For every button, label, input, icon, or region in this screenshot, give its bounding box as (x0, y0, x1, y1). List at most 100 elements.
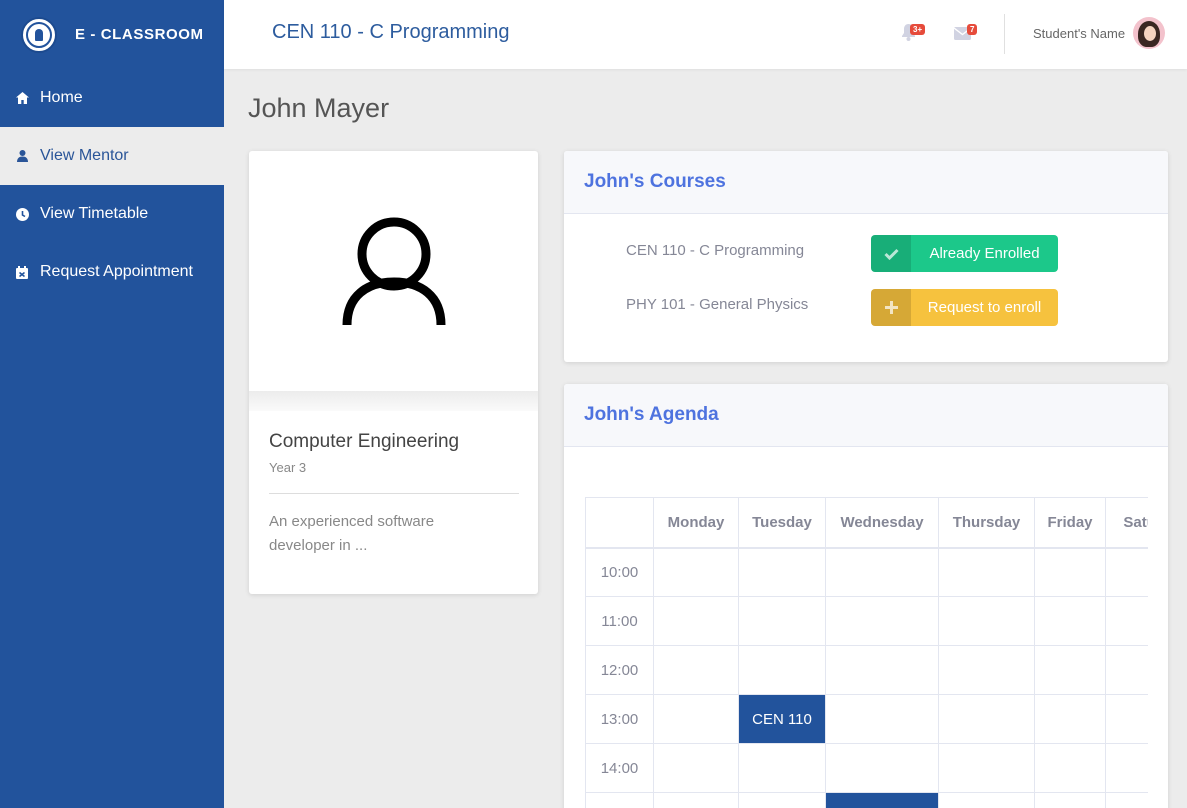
day-header: Monday (653, 497, 739, 549)
calendar-icon (15, 265, 29, 279)
day-header: Thursday (938, 497, 1035, 549)
mentor-bio: An experienced software developer in ... (269, 513, 435, 554)
timetable-scroll[interactable]: MondayTuesdayWednesdayThursdayFridaySatu… (585, 497, 1148, 808)
timetable-cell (825, 743, 939, 793)
topbar-course-title: CEN 110 - C Programming (272, 21, 510, 43)
already-enrolled-button[interactable]: Already Enrolled (871, 235, 1058, 272)
messages-button[interactable]: 7 (953, 24, 978, 45)
timetable-cell (1034, 694, 1106, 744)
timetable-cell (825, 547, 939, 597)
brand[interactable]: E - CLASSROOM (0, 0, 224, 69)
brand-title: E - CLASSROOM (75, 26, 204, 43)
timetable-row: 15:00 (585, 792, 1148, 808)
agenda-card-title: John's Agenda (564, 384, 1168, 447)
sidebar-item-request-appointment[interactable]: Request Appointment (0, 243, 224, 301)
course-row: CEN 110 - C Programming Already Enrolled (564, 234, 1168, 272)
button-label: Request to enroll (927, 299, 1042, 316)
time-slot-label: 15:00 (585, 792, 654, 808)
profile-separator (249, 391, 538, 411)
day-header: Wednesday (825, 497, 939, 549)
time-slot-label: 11:00 (585, 596, 654, 646)
timetable-cell (653, 547, 739, 597)
timetable-cell (825, 645, 939, 695)
user-icon (15, 149, 29, 163)
timetable-cell (1105, 645, 1148, 695)
time-slot-label: 10:00 (585, 547, 654, 597)
timetable-cell (653, 645, 739, 695)
timetable-cell (653, 596, 739, 646)
timetable-row: 10:00 (585, 547, 1148, 597)
day-header: Saturday (1105, 497, 1148, 549)
home-icon (15, 91, 29, 105)
sidebar-item-home[interactable]: Home (0, 69, 224, 127)
timetable-cell (1034, 596, 1106, 646)
clock-icon (15, 207, 29, 221)
courses-card-title: John's Courses (564, 151, 1168, 214)
time-slot-label: 12:00 (585, 645, 654, 695)
timetable-event[interactable]: CEN 110 (738, 694, 826, 744)
mentor-profile-card: Computer Engineering Year 3 An experienc… (249, 151, 538, 594)
timetable-cell (738, 596, 826, 646)
timetable-cell (738, 743, 826, 793)
time-slot-label: 14:00 (585, 743, 654, 793)
alerts-count-badge: 3+ (910, 24, 926, 35)
timetable-cell (938, 743, 1035, 793)
timetable-row: 13:00 CEN 110 (585, 694, 1148, 744)
timetable-cell (1105, 792, 1148, 808)
timetable-cell (1105, 547, 1148, 597)
timetable-cell (1105, 743, 1148, 793)
timetable-cell (1034, 547, 1106, 597)
timetable-cell (938, 645, 1035, 695)
timetable-cell (1105, 596, 1148, 646)
plus-icon (871, 289, 911, 326)
day-header: Tuesday (738, 497, 826, 549)
timetable-cell (825, 694, 939, 744)
timetable-cell (653, 792, 739, 808)
timetable: MondayTuesdayWednesdayThursdayFridaySatu… (585, 497, 1148, 808)
profile-divider (269, 493, 519, 494)
timetable-cell (738, 792, 826, 808)
sidebar-item-label: View Timetable (40, 205, 149, 222)
timetable-cell (653, 743, 739, 793)
courses-card: John's Courses CEN 110 - C Programming A… (564, 151, 1168, 362)
day-header: Friday (1034, 497, 1106, 549)
user-avatar[interactable] (1133, 17, 1165, 49)
page-title: John Mayer (248, 93, 390, 123)
profile-picture (249, 151, 538, 391)
timetable-cell (825, 596, 939, 646)
user-name[interactable]: Student's Name (1033, 26, 1125, 41)
agenda-card: John's Agenda Monday Tuesday Wednesday Thur… (564, 384, 1168, 808)
course-name: PHY 101 - General Physics (626, 296, 809, 313)
timetable-cell (938, 547, 1035, 597)
timetable-event[interactable] (825, 792, 939, 808)
timetable-cell (1105, 694, 1148, 744)
request-to-enroll-button[interactable]: Request to enroll (871, 289, 1058, 326)
timetable-cell (738, 645, 826, 695)
timetable-cell (1034, 743, 1106, 793)
person-icon (342, 217, 445, 326)
timetable-cell (938, 792, 1035, 808)
time-slot-label: 13:00 (585, 694, 654, 744)
university-logo (21, 16, 57, 53)
sidebar-item-view-mentor[interactable]: View Mentor (0, 127, 224, 185)
messages-count-badge: 7 (967, 24, 978, 35)
timetable-cell (938, 596, 1035, 646)
timetable-row: 11:00 (585, 596, 1148, 646)
timetable-corner (585, 497, 654, 549)
mentor-year: Year 3 (269, 460, 307, 475)
button-label: Already Enrolled (929, 245, 1040, 262)
sidebar-item-view-timetable[interactable]: View Timetable (0, 185, 224, 243)
timetable-cell (653, 694, 739, 744)
topbar: CEN 110 - C Programming 3+ 7 Student's N… (224, 0, 1187, 69)
timetable-row: 14:00 (585, 743, 1148, 793)
topbar-divider (1004, 14, 1005, 54)
check-icon (871, 235, 911, 272)
timetable-cell (738, 547, 826, 597)
alerts-button[interactable]: 3+ (901, 24, 926, 46)
course-name: CEN 110 - C Programming (626, 242, 805, 259)
sidebar-item-label: Home (40, 89, 83, 106)
sidebar-item-label: Request Appointment (40, 263, 193, 280)
timetable-row: 12:00 (585, 645, 1148, 695)
mentor-department: Computer Engineering (269, 431, 460, 452)
timetable-cell (1034, 792, 1106, 808)
